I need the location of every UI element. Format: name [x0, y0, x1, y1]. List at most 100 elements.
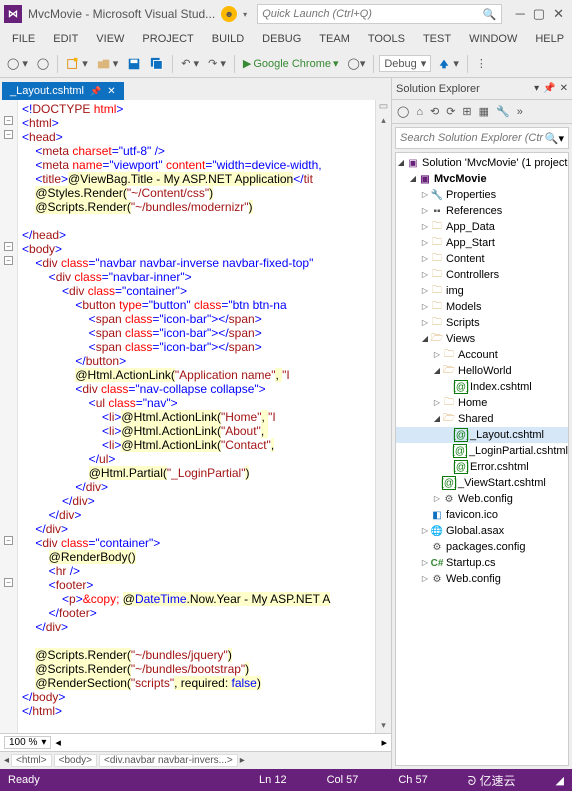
tree-folder[interactable]: 🗀App_Start: [396, 235, 568, 251]
bc-div[interactable]: <div.navbar navbar-invers...>: [99, 754, 238, 767]
pin-icon[interactable]: 📌: [90, 86, 101, 97]
menu-build[interactable]: BUILD: [204, 31, 252, 47]
bc-next-icon[interactable]: ▸: [240, 755, 245, 766]
menu-help[interactable]: HELP: [527, 31, 572, 47]
nav-fwd-button[interactable]: ◯: [34, 55, 52, 72]
close-icon[interactable]: ✕: [560, 83, 568, 94]
fold-icon[interactable]: −: [4, 256, 13, 265]
fold-icon[interactable]: −: [4, 130, 13, 139]
bc-body[interactable]: <body>: [54, 754, 97, 767]
save-button[interactable]: [124, 55, 144, 73]
tree-file-viewstart[interactable]: [@]_ViewStart.cshtml: [396, 475, 568, 491]
scroll-down-icon[interactable]: ▾: [379, 718, 388, 733]
open-file-button[interactable]: ▾: [94, 55, 122, 73]
tree-label: HelloWorld: [458, 365, 512, 377]
feedback-icon[interactable]: ☻: [221, 6, 237, 22]
refresh-icon[interactable]: ⟳: [443, 103, 458, 120]
tree-folder-views[interactable]: 🗁Views: [396, 331, 568, 347]
overflow-icon[interactable]: »: [514, 104, 526, 120]
menu-project[interactable]: PROJECT: [134, 31, 201, 47]
browser-select-icon[interactable]: ◯▾: [345, 55, 369, 72]
menu-view[interactable]: VIEW: [88, 31, 132, 47]
tree-file-layout[interactable]: [@]_Layout.cshtml: [396, 427, 568, 443]
menu-tools[interactable]: TOOLS: [360, 31, 413, 47]
start-button[interactable]: ▶ Google Chrome ▾: [240, 55, 342, 72]
tree-folder-helloworld[interactable]: 🗁HelloWorld: [396, 363, 568, 379]
menu-test[interactable]: TEST: [415, 31, 459, 47]
tree-file-favicon[interactable]: ◧favicon.ico: [396, 507, 568, 523]
menu-debug[interactable]: DEBUG: [254, 31, 309, 47]
tree-file-webconfig[interactable]: ⚙Web.config: [396, 491, 568, 507]
close-icon[interactable]: ✕: [553, 6, 564, 22]
solution-tree[interactable]: ▣Solution 'MvcMovie' (1 project ▣MvcMovi…: [395, 152, 569, 766]
feedback-dropdown-icon[interactable]: ▾: [243, 10, 247, 19]
quick-launch[interactable]: 🔍: [257, 4, 501, 24]
redo-button[interactable]: ↷ ▾: [205, 55, 229, 72]
tree-properties[interactable]: 🔧Properties: [396, 187, 568, 203]
scroll-right-icon[interactable]: ▸: [381, 736, 387, 749]
scroll-up-icon[interactable]: ▴: [379, 113, 388, 128]
nav-back-button[interactable]: ◯ ▾: [4, 55, 31, 72]
config-combo[interactable]: Debug▾: [379, 55, 431, 72]
dropdown-icon[interactable]: ▾: [534, 83, 539, 94]
tree-folder[interactable]: 🗀img: [396, 283, 568, 299]
publish-button[interactable]: ▾: [434, 55, 462, 73]
home-icon[interactable]: ⌂: [413, 104, 426, 120]
tree-folder[interactable]: 🗀Content: [396, 251, 568, 267]
fold-icon[interactable]: −: [4, 578, 13, 587]
scroll-left-icon[interactable]: ◂: [55, 736, 61, 749]
tree-folder[interactable]: 🗀Controllers: [396, 267, 568, 283]
tree-folder[interactable]: 🗀Home: [396, 395, 568, 411]
tree-folder[interactable]: 🗀App_Data: [396, 219, 568, 235]
tree-folder[interactable]: 🗀Models: [396, 299, 568, 315]
dropdown-icon[interactable]: ▾: [558, 132, 564, 145]
tree-file-index[interactable]: [@]Index.cshtml: [396, 379, 568, 395]
tree-file-loginpartial[interactable]: [@]_LoginPartial.cshtml: [396, 443, 568, 459]
split-icon[interactable]: ▭: [378, 100, 389, 113]
menu-edit[interactable]: EDIT: [45, 31, 86, 47]
tab-close-icon[interactable]: ✕: [107, 86, 115, 97]
tree-folder[interactable]: 🗀Account: [396, 347, 568, 363]
tree-file-globalasax[interactable]: 🌐Global.asax: [396, 523, 568, 539]
bc-html[interactable]: <html>: [11, 754, 52, 767]
tree-folder-shared[interactable]: 🗁Shared: [396, 411, 568, 427]
bc-prev-icon[interactable]: ◂: [4, 755, 9, 766]
fold-icon[interactable]: −: [4, 536, 13, 545]
new-project-button[interactable]: ▾: [63, 55, 91, 73]
vertical-scrollbar[interactable]: ▭ ▴ ▾: [375, 100, 391, 733]
maximize-icon[interactable]: ▢: [533, 6, 545, 22]
sync-icon[interactable]: ⟲: [427, 103, 442, 120]
quick-launch-input[interactable]: [262, 8, 483, 20]
tree-file-error[interactable]: [@]Error.cshtml: [396, 459, 568, 475]
tree-solution[interactable]: ▣Solution 'MvcMovie' (1 project: [396, 155, 568, 171]
menu-window[interactable]: WINDOW: [461, 31, 525, 47]
tree-label: Web.config: [446, 573, 501, 585]
solexp-search-input[interactable]: [400, 132, 545, 144]
fold-icon[interactable]: −: [4, 242, 13, 251]
collapse-icon[interactable]: ⊞: [459, 103, 474, 120]
tab-layout-cshtml[interactable]: _Layout.cshtml 📌 ✕: [2, 82, 124, 100]
tree-file-webconfig-root[interactable]: ⚙Web.config: [396, 571, 568, 587]
resize-grip-icon[interactable]: ◢: [556, 774, 564, 787]
minimize-icon[interactable]: ─: [516, 6, 525, 22]
undo-button[interactable]: ↶ ▾: [178, 55, 202, 72]
tree-file-startup[interactable]: C#Startup.cs: [396, 555, 568, 571]
menu-file[interactable]: FILE: [4, 31, 43, 47]
zoom-combo[interactable]: 100 %▾: [4, 736, 51, 749]
pin-icon[interactable]: 📌: [543, 83, 555, 94]
solexp-search[interactable]: 🔍 ▾: [395, 127, 569, 149]
zoom-strip: 100 %▾ ◂ ▸: [0, 733, 391, 751]
outline-gutter[interactable]: − − − − − −: [0, 100, 18, 733]
save-all-button[interactable]: [147, 55, 167, 73]
properties-icon[interactable]: 🔧: [493, 103, 513, 120]
showall-icon[interactable]: ▦: [476, 103, 492, 120]
tree-project[interactable]: ▣MvcMovie: [396, 171, 568, 187]
menu-team[interactable]: TEAM: [311, 31, 358, 47]
toolbar-overflow-icon[interactable]: ⋮: [473, 55, 490, 72]
code-editor[interactable]: <!DOCTYPE html> <html> <head> <meta char…: [18, 100, 375, 733]
tree-file-packages[interactable]: ⚙packages.config: [396, 539, 568, 555]
fold-icon[interactable]: −: [4, 116, 13, 125]
tree-references[interactable]: ▪▪References: [396, 203, 568, 219]
tree-folder[interactable]: 🗀Scripts: [396, 315, 568, 331]
back-icon[interactable]: ◯: [394, 103, 412, 120]
